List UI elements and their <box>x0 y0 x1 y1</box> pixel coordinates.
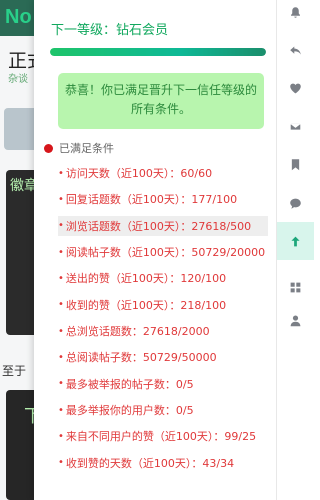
bookmark-icon <box>291 158 300 170</box>
scroll-top-button[interactable] <box>277 222 314 260</box>
heart-icon <box>290 83 301 93</box>
avatar[interactable] <box>4 108 38 150</box>
condition-item: • 总阅读帖子数：50729/50000 <box>58 347 268 367</box>
topic-category[interactable]: 杂谈 <box>8 70 28 85</box>
condition-item: • 收到赞的天数（近100天）：43/34 <box>58 453 268 473</box>
bullet-icon: • <box>58 246 64 258</box>
condition-text: 收到的赞（近100天）：218/100 <box>65 298 227 312</box>
condition-item: • 最多被举报的帖子数：0/5 <box>58 374 268 394</box>
bullet-icon: • <box>58 299 64 311</box>
condition-item: • 阅读帖子数（近100天）：50729/20000 <box>58 242 268 262</box>
bullet-icon: • <box>58 457 64 469</box>
user-icon <box>290 314 301 326</box>
bullet-icon: • <box>58 430 64 442</box>
condition-text: 最多举报你的用户数：0/5 <box>65 404 194 418</box>
condition-text: 最多被举报的帖子数：0/5 <box>65 377 194 391</box>
bell-icon <box>291 6 300 18</box>
condition-item: • 浏览话题数（近100天）：27618/500 <box>58 215 268 236</box>
condition-item: • 来自不同用户的赞（近100天）：99/25 <box>58 426 268 446</box>
messages-button[interactable] <box>277 107 314 145</box>
satisfied-section-header: 已满足条件 <box>44 140 114 156</box>
post-text: 至于 <box>2 364 27 378</box>
bullet-icon: • <box>58 220 64 232</box>
bullet-icon: • <box>58 351 64 363</box>
bullet-icon: • <box>58 404 64 416</box>
chat-icon <box>290 198 301 209</box>
right-toolbar <box>276 0 314 500</box>
trust-level-panel: 下一等级：钻石会员 恭喜！你已满足晋升下一信任等级的所有条件。 已满足条件 • 访… <box>34 0 276 500</box>
condition-item: • 最多举报你的用户数：0/5 <box>58 400 268 420</box>
bullet-icon: • <box>58 325 64 337</box>
condition-text: 回复话题数（近100天）：177/100 <box>65 193 238 207</box>
section-label: 已满足条件 <box>59 142 114 155</box>
condition-text: 阅读帖子数（近100天）：50729/20000 <box>65 246 266 260</box>
bookmarks-button[interactable] <box>277 145 314 183</box>
arrow-up-icon <box>291 236 300 246</box>
likes-button[interactable] <box>277 69 314 107</box>
mail-icon <box>289 121 302 131</box>
site-logo[interactable]: No <box>5 6 32 29</box>
condition-item: • 收到的赞（近100天）：218/100 <box>58 295 268 315</box>
bullet-icon: • <box>58 193 64 205</box>
level-progress-bar <box>50 48 266 56</box>
user-menu-button[interactable] <box>277 301 314 339</box>
condition-item: • 回复话题数（近100天）：177/100 <box>58 189 268 209</box>
condition-text: 总阅读帖子数：50729/50000 <box>65 351 217 365</box>
condition-item: • 送出的赞（近100天）：120/100 <box>58 268 268 288</box>
condition-text: 来自不同用户的赞（近100天）：99/25 <box>65 430 257 444</box>
condition-text: 送出的赞（近100天）：120/100 <box>65 272 227 286</box>
notifications-button[interactable] <box>277 0 314 31</box>
reply-icon <box>290 45 301 55</box>
condition-item: • 总浏览话题数：27618/2000 <box>58 321 268 341</box>
bullet-icon: • <box>58 272 64 284</box>
next-level-title: 下一等级：钻石会员 <box>51 23 169 38</box>
red-dot-icon <box>44 143 53 153</box>
condition-item: • 访问天数（近100天）：60/60 <box>58 163 268 183</box>
bullet-icon: • <box>58 167 64 179</box>
grid-icon <box>290 282 301 292</box>
reply-button[interactable] <box>277 31 314 69</box>
chat-button[interactable] <box>277 184 314 222</box>
condition-text: 总浏览话题数：27618/2000 <box>65 325 210 339</box>
level-progress-fill <box>50 48 266 56</box>
bullet-icon: • <box>58 378 64 390</box>
condition-text: 浏览话题数（近100天）：27618/500 <box>65 219 252 233</box>
conditions-list: • 访问天数（近100天）：60/60 • 回复话题数（近100天）：177/100… <box>58 163 268 479</box>
condition-text: 收到赞的天数（近100天）：43/34 <box>65 456 235 470</box>
congrats-message: 恭喜！你已满足晋升下一信任等级的所有条件。 <box>58 73 264 129</box>
condition-text: 访问天数（近100天）：60/60 <box>65 167 213 180</box>
